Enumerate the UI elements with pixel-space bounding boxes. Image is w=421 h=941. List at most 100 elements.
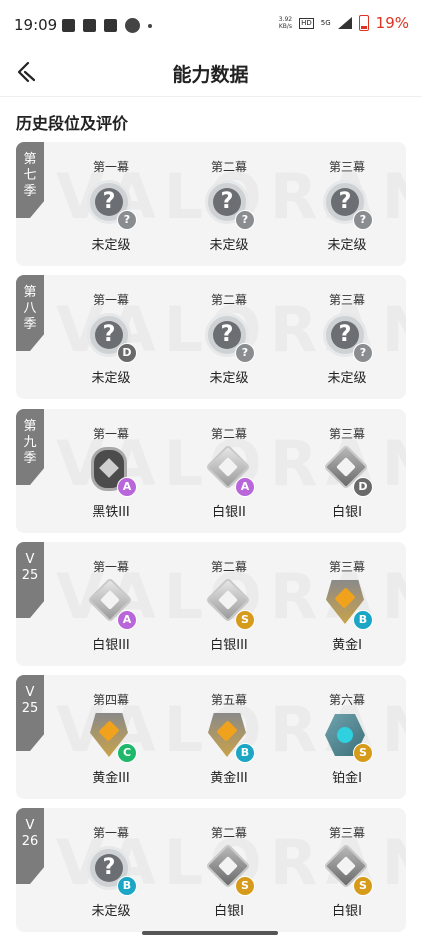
rank-badge: A bbox=[84, 445, 138, 499]
act-item[interactable]: 第一幕 ? B 未定级 bbox=[52, 824, 170, 919]
rank-label: 白银II bbox=[212, 505, 246, 520]
season-tag-text: V bbox=[25, 818, 35, 833]
season-card[interactable]: VALORANT第七季第一幕??未定级第二幕??未定级第三幕??未定级 bbox=[16, 142, 406, 266]
rank-label: 未定级 bbox=[327, 371, 367, 386]
season-tag: V 26 bbox=[16, 808, 44, 884]
act-item[interactable]: 第五幕 B 黄金III bbox=[170, 691, 288, 786]
act-row: 第四幕 C 黄金III 第五幕 B 黄金III 第六幕 S 铂金I bbox=[52, 691, 406, 786]
rank-label: 未定级 bbox=[209, 238, 249, 253]
act-item[interactable]: 第六幕 S 铂金I bbox=[288, 691, 406, 786]
rank-badge: B bbox=[320, 578, 374, 632]
act-name: 第二幕 bbox=[210, 293, 247, 307]
status-bar: 19:09 3.92 KB/s HD 5G 19% bbox=[0, 0, 421, 48]
rank-badge: A bbox=[84, 577, 138, 632]
rank-badge: ?? bbox=[320, 311, 374, 365]
rank-badge: ?? bbox=[202, 311, 256, 365]
app-notification-icon bbox=[62, 19, 75, 32]
rank-badge: B bbox=[202, 711, 256, 765]
season-card[interactable]: VALORANTV26第一幕?B未定级第二幕S白银I第三幕S白银I bbox=[16, 808, 406, 932]
rank-badge: S bbox=[202, 577, 256, 632]
grade-badge: A bbox=[117, 477, 137, 497]
season-card[interactable]: VALORANTV25第一幕A白银III第二幕S白银III第三幕B黄金I bbox=[16, 542, 406, 666]
season-tag-text: 第 bbox=[23, 285, 37, 300]
rank-label: 未定级 bbox=[91, 371, 131, 386]
act-item[interactable]: 第三幕 D 白银I bbox=[288, 425, 406, 520]
season-tag-text: 季 bbox=[23, 184, 37, 199]
signal-icon bbox=[337, 17, 352, 29]
act-item[interactable]: 第三幕 B 黄金I bbox=[288, 558, 406, 653]
grade-badge: ? bbox=[235, 343, 255, 363]
act-item[interactable]: 第四幕 C 黄金III bbox=[52, 691, 170, 786]
rank-label: 白银III bbox=[210, 638, 248, 653]
season-tag: V 25 bbox=[16, 675, 44, 751]
more-notifications-icon bbox=[148, 23, 152, 28]
rank-label: 黄金I bbox=[332, 638, 362, 653]
grade-badge: D bbox=[353, 477, 373, 497]
season-tag-text: V bbox=[25, 552, 35, 567]
act-item[interactable]: 第二幕?? 未定级 bbox=[170, 158, 288, 253]
act-name: 第二幕 bbox=[210, 160, 247, 174]
act-name: 第四幕 bbox=[92, 693, 129, 707]
act-item[interactable]: 第二幕 S 白银I bbox=[170, 824, 288, 919]
season-tag-text: 季 bbox=[23, 451, 37, 466]
grade-badge: B bbox=[117, 876, 137, 896]
season-tag-text: 25 bbox=[21, 568, 39, 583]
season-card[interactable]: VALORANT第八季第一幕?D未定级第二幕??未定级第三幕??未定级 bbox=[16, 275, 406, 399]
act-item[interactable]: 第一幕 ? D 未定级 bbox=[52, 291, 170, 386]
grade-badge: ? bbox=[235, 210, 255, 230]
rank-label: 未定级 bbox=[209, 371, 249, 386]
act-item[interactable]: 第二幕 S 白银III bbox=[170, 558, 288, 653]
act-item[interactable]: 第二幕 A 白银II bbox=[170, 425, 288, 520]
season-card[interactable]: VALORANTV25第四幕C黄金III第五幕B黄金III第六幕S铂金I bbox=[16, 675, 406, 799]
rank-badge: ? B bbox=[84, 844, 138, 898]
rank-badge: S bbox=[320, 711, 374, 765]
season-tag-text: 第 bbox=[23, 419, 37, 434]
rank-badge: S bbox=[202, 843, 256, 898]
act-name: 第一幕 bbox=[92, 560, 129, 574]
act-name: 第三幕 bbox=[328, 160, 365, 174]
rank-badge: D bbox=[320, 444, 374, 499]
act-item[interactable]: 第一幕 A 黑铁III bbox=[52, 425, 170, 520]
act-row: 第一幕 A 白银III 第二幕 S 白银III 第三幕 B 黄金I bbox=[52, 558, 406, 653]
grade-badge: S bbox=[235, 876, 255, 896]
grade-badge: C bbox=[117, 743, 137, 763]
rank-label: 白银I bbox=[214, 904, 244, 919]
rank-badge: ?? bbox=[320, 178, 374, 232]
act-item[interactable]: 第三幕?? 未定级 bbox=[288, 158, 406, 253]
act-item[interactable]: 第一幕?? 未定级 bbox=[52, 158, 170, 253]
network-type: 5G bbox=[320, 19, 331, 27]
net-speed-value: 3.92 bbox=[278, 16, 293, 23]
act-item[interactable]: 第三幕 S 白银I bbox=[288, 824, 406, 919]
act-row: 第一幕?? 未定级 第二幕?? 未定级 第三幕?? 未定级 bbox=[52, 158, 406, 253]
grade-badge: A bbox=[235, 477, 255, 497]
act-row: 第一幕? D 未定级 第二幕?? 未定级 第三幕?? 未定级 bbox=[52, 291, 406, 386]
season-tag: 第八季 bbox=[16, 275, 44, 351]
act-name: 第三幕 bbox=[328, 293, 365, 307]
rank-label: 白银I bbox=[332, 505, 362, 520]
act-item[interactable]: 第二幕?? 未定级 bbox=[170, 291, 288, 386]
home-indicator[interactable] bbox=[142, 931, 278, 935]
grade-badge: S bbox=[353, 743, 373, 763]
act-name: 第二幕 bbox=[210, 826, 247, 840]
grade-badge: B bbox=[235, 743, 255, 763]
grade-badge: ? bbox=[353, 210, 373, 230]
act-item[interactable]: 第一幕 A 白银III bbox=[52, 558, 170, 653]
rank-label: 未定级 bbox=[91, 904, 131, 919]
system-icons: 3.92 KB/s HD 5G 19% bbox=[279, 14, 409, 32]
season-tag: 第九季 bbox=[16, 409, 44, 485]
act-item[interactable]: 第三幕?? 未定级 bbox=[288, 291, 406, 386]
rank-label: 黑铁III bbox=[92, 505, 130, 520]
season-card[interactable]: VALORANT第九季第一幕A黑铁III第二幕A白银II第三幕D白银I bbox=[16, 409, 406, 533]
season-tag-text: 26 bbox=[21, 834, 39, 849]
act-name: 第一幕 bbox=[92, 160, 129, 174]
rank-label: 黄金III bbox=[92, 771, 130, 786]
circle-notification-icon bbox=[125, 18, 140, 33]
net-speed-unit: KB/s bbox=[278, 23, 293, 30]
act-row: 第一幕 A 黑铁III 第二幕 A 白银II 第三幕 D 白银I bbox=[52, 425, 406, 520]
page-header: 能力数据 bbox=[0, 48, 421, 97]
rank-badge: S bbox=[320, 843, 374, 898]
season-tag: V 25 bbox=[16, 542, 44, 618]
section-title: 历史段位及评价 bbox=[16, 114, 129, 133]
alert-notification-icon bbox=[83, 19, 96, 32]
act-name: 第一幕 bbox=[92, 293, 129, 307]
